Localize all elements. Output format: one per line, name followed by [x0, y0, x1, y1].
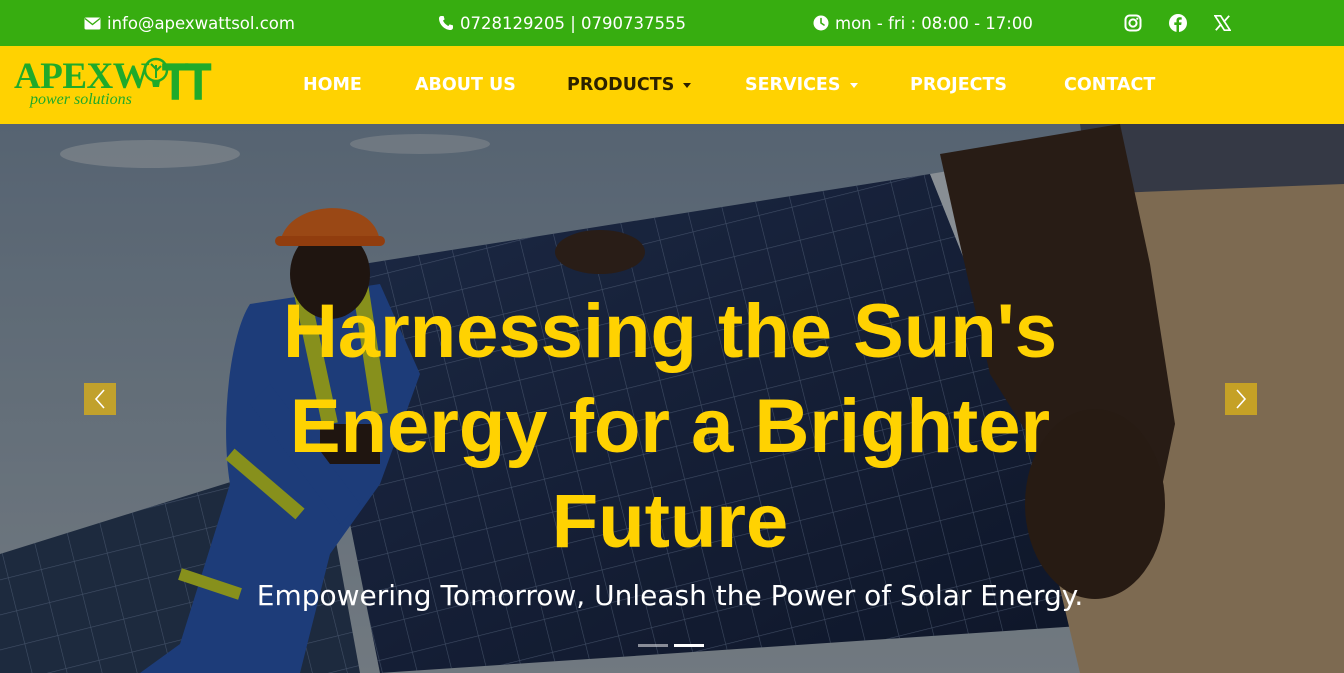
nav-contact-label[interactable]: CONTACT — [1064, 75, 1155, 95]
nav-home-label[interactable]: HOME — [303, 75, 362, 95]
chevron-left-icon — [94, 389, 105, 409]
carousel-prev-button[interactable] — [84, 383, 116, 415]
nav-services-link[interactable]: SERVICES — [745, 75, 858, 95]
nav-item-contact[interactable]: CONTACT — [1064, 46, 1155, 124]
business-hours: mon - fri : 08:00 - 17:00 — [813, 0, 1033, 46]
hero-subtitle: Empowering Tomorrow, Unleash the Power o… — [256, 579, 1084, 612]
nav-item-projects[interactable]: PROJECTS — [910, 46, 1007, 124]
nav-products-label: PRODUCTS — [567, 75, 675, 95]
nav-products-link[interactable]: PRODUCTS — [567, 75, 692, 95]
logo-wordmark: APEXW — [14, 56, 150, 97]
facebook-icon — [1169, 14, 1187, 32]
instagram-link[interactable] — [1124, 0, 1142, 46]
chevron-down-icon — [849, 82, 858, 88]
chevron-down-icon — [683, 82, 692, 88]
envelope-icon — [84, 17, 101, 29]
logo-tagline: power solutions — [30, 91, 132, 108]
main-navbar: APEXW TT power solutions HOME ABOUT US P… — [0, 46, 1344, 124]
contact-email[interactable]: info@apexwattsol.com — [84, 0, 295, 46]
nav-item-services[interactable]: SERVICES — [745, 46, 858, 124]
phone-icon — [439, 16, 453, 30]
phone-text: 0728129205 | 0790737555 — [460, 13, 687, 33]
carousel-indicator-2[interactable] — [674, 644, 704, 647]
top-info-bar: info@apexwattsol.com 0728129205 | 079073… — [0, 0, 1344, 46]
hero-carousel: Harnessing the Sun's Energy for a Bright… — [0, 124, 1344, 673]
instagram-icon — [1124, 14, 1142, 32]
facebook-link[interactable] — [1169, 0, 1187, 46]
carousel-indicator-1[interactable] — [638, 644, 668, 647]
chevron-right-icon — [1236, 389, 1247, 409]
carousel-next-button[interactable] — [1225, 383, 1257, 415]
nav-item-home[interactable]: HOME — [303, 46, 362, 124]
nav-item-products[interactable]: PRODUCTS — [567, 46, 692, 124]
brand-logo[interactable]: APEXW TT power solutions — [14, 56, 214, 118]
logo-wordmark-end: TT — [162, 54, 211, 112]
nav-services-label: SERVICES — [745, 75, 841, 95]
email-text: info@apexwattsol.com — [107, 13, 295, 33]
nav-projects-label[interactable]: PROJECTS — [910, 75, 1007, 95]
nav-about-label[interactable]: ABOUT US — [415, 75, 516, 95]
nav-item-about-us[interactable]: ABOUT US — [415, 46, 516, 124]
hours-text: mon - fri : 08:00 - 17:00 — [835, 13, 1033, 33]
x-twitter-link[interactable] — [1214, 0, 1231, 46]
hero-title: Harnessing the Sun's Energy for a Bright… — [282, 289, 1058, 564]
carousel-indicators — [638, 644, 704, 647]
clock-icon — [813, 15, 829, 31]
x-twitter-icon — [1214, 15, 1231, 31]
contact-phone[interactable]: 0728129205 | 0790737555 — [438, 0, 686, 46]
